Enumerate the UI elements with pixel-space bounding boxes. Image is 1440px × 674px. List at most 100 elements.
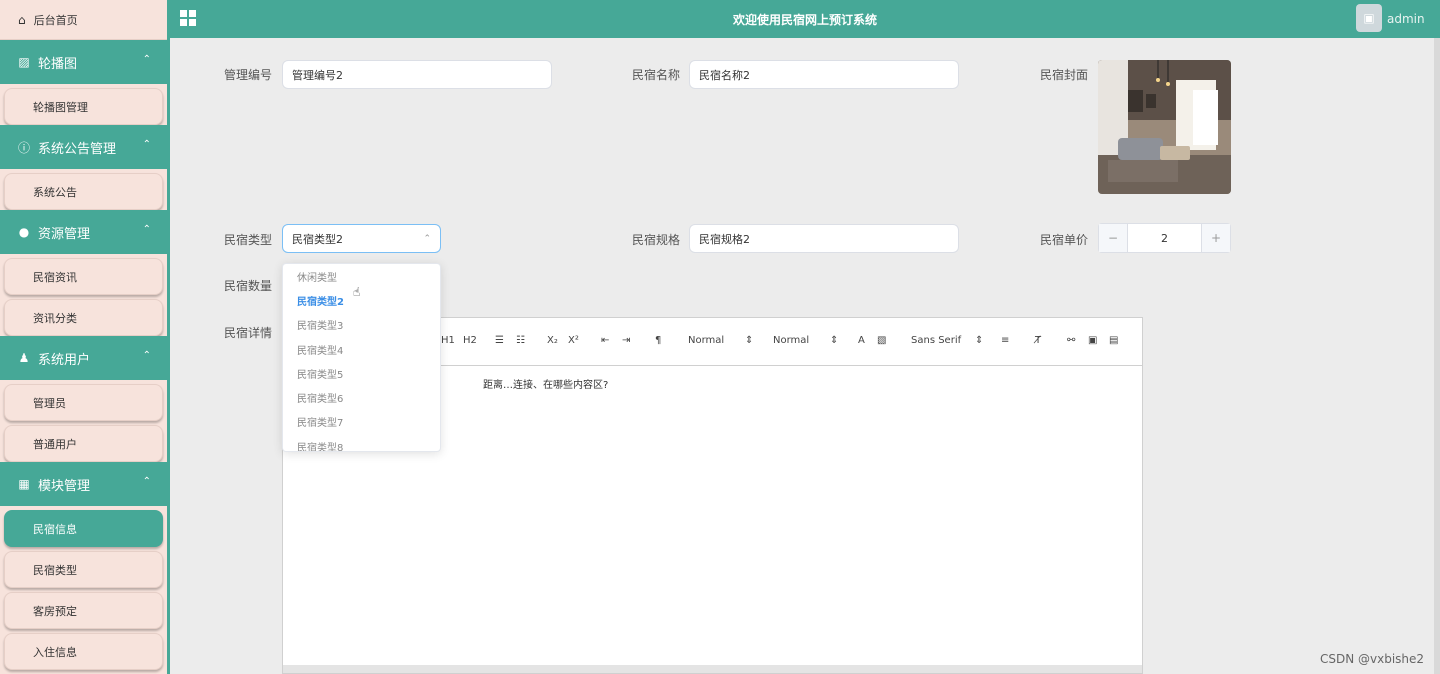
chevron-up-icon: ⌃ [142,350,151,361]
font-color-icon[interactable]: A [858,335,865,346]
dropdown-option[interactable]: 民宿类型3 [283,313,440,337]
spec-input[interactable]: 民宿规格2 [689,224,959,253]
menu-group-title: 系统公告管理 [38,141,117,157]
sidebar-item-homestay-type[interactable]: 民宿类型 [4,551,163,588]
chevron-up-icon: ⌃ [142,54,151,65]
info-icon: ⓘ [18,140,31,155]
bullet-list-icon[interactable]: ☷ [516,335,525,346]
image-icon: ▨ [18,55,30,69]
minus-icon: − [1107,231,1119,245]
header2-button[interactable]: H2 [463,335,477,346]
menu-group-title: 轮播图 [38,56,78,72]
header-select[interactable]: Normal [773,335,809,346]
sidebar-item-label: 资讯分类 [33,311,77,325]
sidebar-item-label: 系统公告 [33,185,77,199]
type-dropdown: 休闲类型 民宿类型2 民宿类型3 民宿类型4 民宿类型5 民宿类型6 民宿类型7… [282,263,441,452]
name-input[interactable]: 民宿名称2 [689,60,959,89]
chevron-up-icon: ⌃ [142,224,151,235]
code-label: 管理编号 [223,68,272,82]
ordered-list-icon[interactable]: ☰ [495,335,504,346]
sidebar-item-label: 后台首页 [33,13,78,27]
indent-icon[interactable]: ⇥ [622,335,630,346]
price-stepper[interactable]: − 2 + [1098,223,1231,253]
sidebar-item-homestay-info[interactable]: 民宿信息 [4,510,163,547]
font-select[interactable]: Sans Serif [911,335,961,346]
user-icon: ♟ [18,351,30,365]
sidebar-item-label: 管理员 [33,396,66,410]
superscript-icon[interactable]: X² [568,335,579,346]
sidebar-item-notice[interactable]: 系统公告 [4,173,163,210]
scrollbar[interactable] [1434,38,1440,674]
menu-group-title: 模块管理 [38,478,91,494]
dropdown-option-selected[interactable]: 民宿类型2 [283,288,440,312]
chevron-up-icon: ⌃ [142,139,151,150]
grid-icon: ▦ [18,477,30,491]
menu-group-modules[interactable]: ▦ 模块管理 ⌃ [0,462,167,506]
price-label: 民宿单价 [1039,233,1088,247]
chevron-up-icon: ⌃ [142,476,151,487]
chevron-up-icon: ⌃ [423,234,431,244]
decrement-button[interactable]: − [1099,224,1128,252]
increment-button[interactable]: + [1201,224,1230,252]
sidebar-item-label: 民宿信息 [33,522,77,536]
align-icon[interactable]: ≡ [1001,335,1009,346]
sidebar-item-label: 普通用户 [33,437,77,451]
user-name[interactable]: admin [1387,12,1425,26]
background-color-icon[interactable]: ▧ [877,335,886,346]
dropdown-option[interactable]: 民宿类型8 [283,434,440,451]
clear-format-icon[interactable]: T̸ [1035,335,1041,346]
sidebar: ⌂ 后台首页 ▨ 轮播图 ⌃ 轮播图管理 ⓘ 系统公告管理 ⌃ 系统公告 ● 资… [0,0,170,674]
dropdown-option[interactable]: 民宿类型5 [283,361,440,385]
sidebar-item-label: 轮播图管理 [33,100,88,114]
menu-group-notice[interactable]: ⓘ 系统公告管理 ⌃ [0,125,167,169]
dropdown-option[interactable]: 民宿类型7 [283,410,440,434]
pointer-cursor-icon: ☝ [353,285,361,299]
dropdown-option[interactable]: 民宿类型6 [283,385,440,409]
editor-footer [283,665,1142,673]
top-header: 欢迎使用民宿网上预订系统 ▣ admin [170,0,1440,38]
menu-group-title: 系统用户 [38,352,91,368]
video-icon[interactable]: ▤ [1109,335,1118,346]
sidebar-item-news-category[interactable]: 资讯分类 [4,299,163,336]
sidebar-item-label: 民宿资讯 [33,270,77,284]
living-room-image [1098,60,1231,194]
sidebar-item-checkin-info[interactable]: 入住信息 [4,633,163,670]
direction-icon[interactable]: ¶ [655,335,661,346]
chevron-updown-icon: ⇕ [830,335,839,346]
sidebar-item-label: 客房预定 [33,604,77,618]
dropdown-option[interactable]: 民宿类型4 [283,337,440,361]
sidebar-item-label: 民宿类型 [33,563,77,577]
menu-group-users[interactable]: ♟ 系统用户 ⌃ [0,336,167,380]
sidebar-item-carousel-manage[interactable]: 轮播图管理 [4,88,163,125]
menu-group-title: 资源管理 [38,226,91,242]
link-icon[interactable]: ⚯ [1067,335,1075,346]
sidebar-item-home[interactable]: ⌂ 后台首页 [0,0,167,40]
cover-image[interactable] [1098,60,1231,194]
size-select[interactable]: Normal [688,335,724,346]
image-icon: ▣ [1363,11,1375,25]
detail-label: 民宿详情 [223,326,272,340]
spec-value: 民宿规格2 [699,232,750,246]
code-input[interactable]: 管理编号2 [282,60,552,89]
dropdown-option[interactable]: 休闲类型 [283,264,440,288]
sidebar-item-news[interactable]: 民宿资讯 [4,258,163,295]
name-value: 民宿名称2 [699,68,750,82]
avatar[interactable]: ▣ [1356,4,1382,32]
image-icon[interactable]: ▣ [1088,335,1097,346]
type-label: 民宿类型 [223,233,272,247]
sidebar-item-room-booking[interactable]: 客房预定 [4,592,163,629]
code-value: 管理编号2 [292,68,343,82]
chevron-updown-icon: ⇕ [975,335,984,346]
subscript-icon[interactable]: X₂ [547,335,558,346]
menu-group-carousel[interactable]: ▨ 轮播图 ⌃ [0,40,167,84]
type-select[interactable]: 民宿类型2 ⌃ [282,224,441,253]
menu-group-resources[interactable]: ● 资源管理 ⌃ [0,210,167,254]
editor-text: 距离…连接、在哪些内容区? [483,380,609,391]
bulb-icon: ● [18,225,30,239]
count-label: 民宿数量 [223,279,272,293]
sidebar-item-regular-user[interactable]: 普通用户 [4,425,163,462]
outdent-icon[interactable]: ⇤ [601,335,609,346]
sidebar-item-admin[interactable]: 管理员 [4,384,163,421]
price-value[interactable]: 2 [1128,224,1201,252]
header1-button[interactable]: H1 [441,335,455,346]
